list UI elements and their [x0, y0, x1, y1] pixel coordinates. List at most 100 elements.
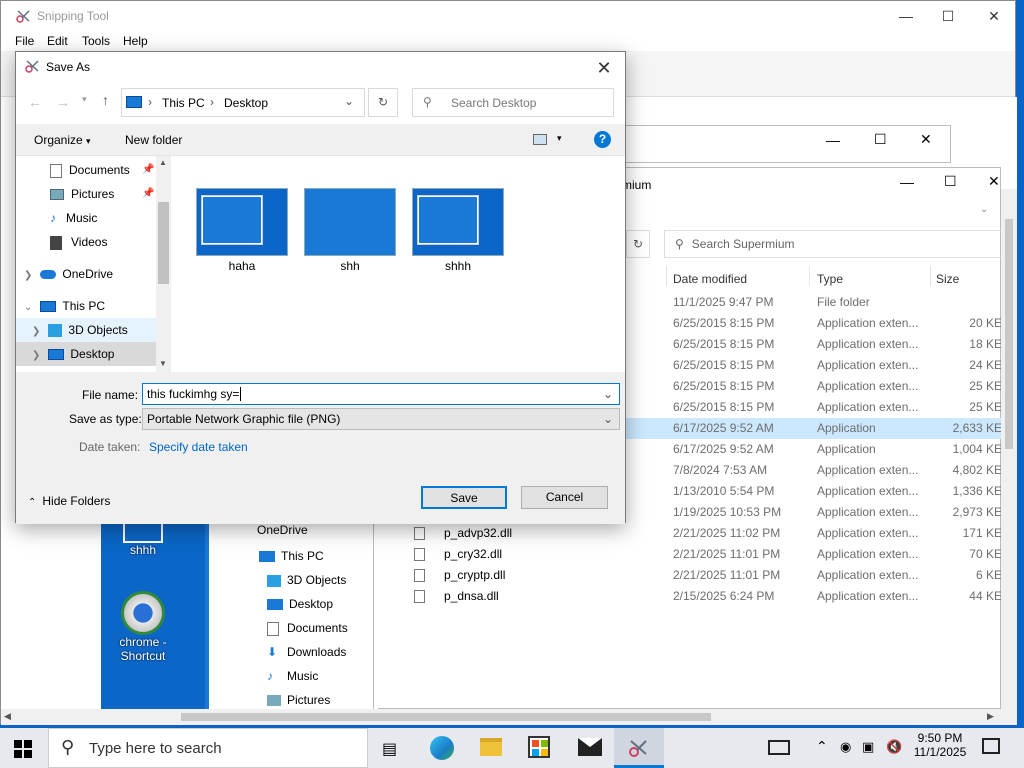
cell-type: Application exten... [817, 379, 919, 393]
refresh-icon[interactable]: ↻ [626, 230, 650, 258]
nav-documents[interactable]: Documents [267, 621, 348, 636]
menu-file[interactable]: File [15, 34, 34, 48]
file-item-haha[interactable]: haha [196, 188, 288, 273]
chevron-down-icon[interactable]: ⌄ [980, 204, 988, 215]
nav-pictures[interactable]: Pictures 📌 [16, 182, 156, 206]
chevron-right-icon: ❯ [32, 326, 41, 337]
cell-type: Application exten... [817, 484, 919, 498]
file-item-shh[interactable]: shh [304, 188, 396, 273]
view-dropdown-icon[interactable]: ▾ [557, 133, 562, 144]
help-icon[interactable]: ? [594, 131, 611, 148]
maximize-button[interactable]: ☐ [925, 1, 971, 31]
chrome-icon [121, 591, 165, 635]
file-item-shhh[interactable]: shhh [412, 188, 504, 273]
cell-date: 1/13/2010 5:54 PM [673, 484, 775, 498]
hide-folders-button[interactable]: ⌃ Hide Folders [28, 494, 110, 508]
cell-date: 6/25/2015 8:15 PM [673, 358, 775, 372]
search-icon: ⚲ [423, 95, 432, 109]
nav-desktop[interactable]: ❯ Desktop [16, 342, 156, 366]
taskbar: ⚲ Type here to search ▤ ⌃ ◉ ▣ 🔇 9:50 PM … [0, 728, 1024, 768]
nav-downloads[interactable]: ⬇ Downloads [267, 645, 346, 659]
menu-tools[interactable]: Tools [82, 34, 110, 48]
meet-now-icon[interactable]: ◉ [840, 739, 851, 755]
explorer-search-input[interactable]: ⚲ Search Supermium [664, 230, 1004, 258]
nav-this-pc[interactable]: ⌄ This PC [16, 294, 156, 318]
explorer-minimize[interactable]: — [900, 174, 914, 190]
search-icon: ⚲ [675, 237, 684, 251]
nav-this-pc[interactable]: This PC [259, 549, 324, 563]
keyboard-icon[interactable] [768, 740, 790, 755]
desktop-icon-chrome-shortcut[interactable]: chrome - Shortcut [109, 591, 177, 663]
refresh-icon[interactable]: ↻ [368, 88, 398, 117]
nav-documents[interactable]: Documents 📌 [16, 158, 156, 182]
explorer-maximize[interactable]: ☐ [944, 173, 957, 190]
organize-button[interactable]: Organize ▾ [34, 133, 91, 147]
table-row[interactable]: p_cryptp.dll 2/21/2025 11:01 PM Applicatio… [404, 565, 1002, 586]
up-arrow-icon[interactable]: ↑ [102, 92, 109, 108]
file-explorer-icon[interactable] [480, 738, 502, 756]
save-type-select[interactable]: Portable Network Graphic file (PNG) ⌄ [142, 408, 620, 430]
save-button[interactable]: Save [421, 486, 507, 509]
chevron-up-icon[interactable]: ⌃ [816, 738, 828, 755]
dialog-close-button[interactable]: ✕ [589, 54, 619, 82]
scroll-thumb[interactable] [181, 713, 711, 721]
table-row[interactable]: p_advp32.dll 2/21/2025 11:02 PM Applicatio… [404, 523, 1002, 544]
vertical-scrollbar[interactable] [1001, 189, 1017, 709]
search-desktop-input[interactable]: ⚲ Search Desktop [412, 88, 614, 117]
file-name-input[interactable]: this fuckimhg sy= ⌄ [142, 383, 620, 405]
notifications-icon[interactable] [982, 738, 1000, 754]
snipping-tool-taskbar-button[interactable] [614, 728, 664, 768]
breadcrumb-desktop[interactable]: Desktop [224, 96, 268, 110]
volume-muted-icon[interactable]: 🔇 [886, 739, 902, 755]
edge-icon[interactable] [430, 736, 454, 760]
cell-size: 6 KE [975, 568, 1002, 582]
computer-icon [126, 96, 142, 108]
nav-pictures[interactable]: Pictures [267, 693, 330, 707]
mail-icon[interactable] [578, 738, 602, 756]
nav-onedrive[interactable]: ❯ OneDrive [16, 262, 156, 286]
explorer-close[interactable]: ✕ [988, 173, 1000, 190]
cell-type: Application [817, 442, 876, 456]
col-type[interactable]: Type [817, 272, 843, 286]
address-bar[interactable]: › This PC › Desktop ⌄ [121, 88, 365, 117]
back-arrow-icon[interactable]: ← [28, 94, 42, 110]
cancel-button[interactable]: Cancel [521, 486, 608, 509]
table-row[interactable]: p_dnsa.dll 2/15/2025 6:24 PM Application e… [404, 586, 1002, 607]
nav-scrollbar[interactable]: ▲ ▼ [156, 156, 171, 372]
chevron-down-icon[interactable]: ⌄ [344, 94, 354, 108]
nav-3d-objects[interactable]: 3D Objects [267, 573, 346, 587]
table-row[interactable]: p_cry32.dll 2/21/2025 11:01 PM Application… [404, 544, 1002, 565]
explorer-nav-pane: OneDrive This PC 3D Objects Desktop Docu… [205, 517, 373, 709]
nav-desktop[interactable]: Desktop [267, 597, 333, 611]
forward-arrow-icon[interactable]: → [56, 94, 70, 110]
windows-start-icon[interactable] [14, 740, 32, 761]
col-date-modified[interactable]: Date modified [673, 272, 747, 286]
close-button[interactable]: ✕ [971, 1, 1017, 31]
clock[interactable]: 9:50 PM 11/1/2025 [912, 731, 968, 759]
nav-music[interactable]: ♪ Music [267, 669, 318, 683]
scroll-thumb[interactable] [158, 202, 169, 284]
documents-icon [50, 163, 62, 178]
col-size[interactable]: Size [936, 272, 959, 286]
task-view-icon[interactable]: ▤ [382, 739, 397, 759]
horizontal-scrollbar[interactable]: ◀ ▶ [1, 709, 1017, 725]
cell-date: 2/21/2025 11:01 PM [673, 547, 781, 561]
chevron-right-icon: ❯ [24, 270, 33, 281]
minimize-button[interactable]: — [883, 1, 929, 31]
new-folder-button[interactable]: New folder [125, 133, 182, 147]
specify-date-taken-link[interactable]: Specify date taken [149, 440, 248, 454]
menu-edit[interactable]: Edit [47, 34, 68, 48]
store-icon[interactable] [528, 736, 550, 758]
nav-music[interactable]: ♪ Music [16, 206, 156, 230]
cell-type: Application exten... [817, 358, 919, 372]
cell-date: 6/25/2015 8:15 PM [673, 337, 775, 351]
nav-videos[interactable]: Videos [16, 230, 156, 254]
view-icon[interactable] [533, 134, 547, 145]
network-icon[interactable]: ▣ [862, 739, 874, 755]
save-as-dialog: Save As ✕ ← → ▾ ↑ › This PC › Desktop ⌄ … [15, 51, 626, 524]
breadcrumb-this-pc[interactable]: This PC [162, 96, 205, 110]
menu-help[interactable]: Help [123, 34, 148, 48]
taskbar-search-input[interactable]: ⚲ Type here to search [48, 728, 368, 768]
recent-dropdown-icon[interactable]: ▾ [82, 94, 87, 105]
nav-3d-objects[interactable]: ❯ 3D Objects [16, 318, 156, 342]
